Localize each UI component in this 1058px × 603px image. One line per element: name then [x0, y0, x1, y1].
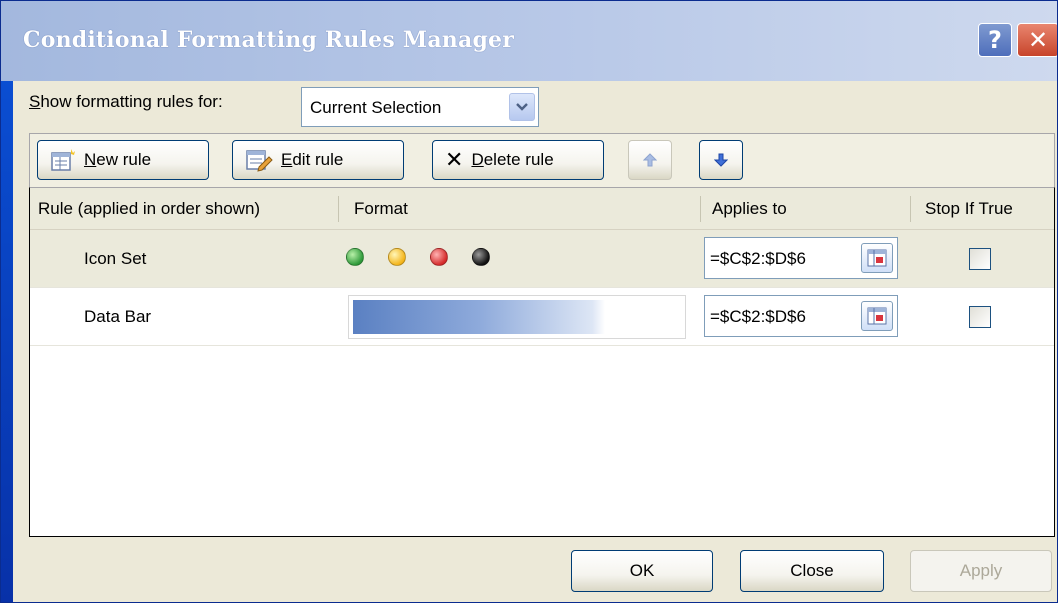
- black-circle-icon: [472, 248, 490, 266]
- green-circle-icon: [346, 248, 364, 266]
- column-separator[interactable]: [338, 196, 339, 222]
- new-rule-label: New rule: [84, 150, 151, 170]
- stop-if-true-checkbox[interactable]: [969, 248, 991, 270]
- delete-icon: ✕: [445, 147, 464, 172]
- show-rules-label-text: how formatting rules for:: [40, 92, 223, 111]
- rule-row[interactable]: Icon Set =$C$2:$D$6: [30, 230, 1054, 288]
- dropdown-arrow-button[interactable]: [509, 93, 535, 121]
- edit-rule-button[interactable]: Edit rule: [232, 140, 404, 180]
- column-header-format[interactable]: Format: [354, 199, 408, 219]
- column-header-applies-to[interactable]: Applies to: [712, 199, 787, 219]
- stop-if-true-checkbox[interactable]: [969, 306, 991, 328]
- close-icon: ✕: [1027, 26, 1049, 54]
- delete-rule-label: Delete rule: [471, 150, 553, 170]
- delete-rule-button[interactable]: ✕ Delete rule: [432, 140, 604, 180]
- new-rule-icon: [51, 149, 75, 171]
- column-header-stop-if-true[interactable]: Stop If True: [925, 199, 1013, 219]
- range-picker-button[interactable]: [861, 243, 893, 273]
- arrow-down-icon: [714, 153, 728, 167]
- edit-rule-icon: [246, 150, 273, 172]
- help-icon: ?: [988, 26, 1002, 54]
- close-button[interactable]: Close: [740, 550, 884, 592]
- rules-list-header: Rule (applied in order shown) Format App…: [30, 188, 1054, 230]
- apply-button[interactable]: Apply: [910, 550, 1052, 592]
- column-separator[interactable]: [910, 196, 911, 222]
- help-button[interactable]: ?: [978, 23, 1012, 57]
- applies-to-input[interactable]: =$C$2:$D$6: [704, 237, 898, 279]
- edit-rule-mnemonic: E: [281, 150, 293, 169]
- data-bar-preview: [348, 295, 686, 339]
- move-up-button[interactable]: [628, 140, 672, 180]
- arrow-up-icon: [643, 153, 657, 167]
- edit-rule-label: Edit rule: [281, 150, 343, 170]
- dialog-window: Conditional Formatting Rules Manager ? ✕…: [0, 0, 1058, 603]
- delete-rule-mnemonic: D: [471, 150, 484, 169]
- chevron-down-icon: [516, 103, 528, 111]
- applies-to-value: =$C$2:$D$6: [710, 249, 806, 268]
- edit-rule-label-text: dit rule: [292, 150, 344, 169]
- range-select-icon: [867, 307, 887, 325]
- delete-rule-label-text: elete rule: [483, 150, 554, 169]
- dialog-body: Show formatting rules for: Current Selec…: [13, 81, 1057, 602]
- show-rules-label: Show formatting rules for:: [29, 92, 223, 112]
- title-bar[interactable]: Conditional Formatting Rules Manager ? ✕: [1, 1, 1057, 81]
- rule-name: Icon Set: [84, 249, 147, 268]
- rules-toolbar: New rule Edit rule ✕ Delete rule: [29, 133, 1055, 187]
- title-close-button[interactable]: ✕: [1017, 23, 1057, 57]
- rule-name: Data Bar: [84, 307, 152, 326]
- red-circle-icon: [430, 248, 448, 266]
- new-rule-button[interactable]: New rule: [37, 140, 209, 180]
- icon-set-preview: [346, 248, 490, 266]
- ok-button[interactable]: OK: [571, 550, 713, 592]
- range-select-icon: [867, 249, 887, 267]
- column-separator[interactable]: [700, 196, 701, 222]
- new-rule-label-text: ew rule: [96, 150, 152, 169]
- rules-list[interactable]: Rule (applied in order shown) Format App…: [29, 187, 1055, 537]
- range-picker-button[interactable]: [861, 301, 893, 331]
- column-header-rule[interactable]: Rule (applied in order shown): [38, 199, 260, 219]
- new-rule-mnemonic: N: [84, 150, 97, 169]
- dialog-title: Conditional Formatting Rules Manager: [23, 27, 515, 53]
- show-rules-mnemonic: S: [29, 92, 41, 111]
- rule-row[interactable]: Data Bar =$C$2:$D$6: [30, 288, 1054, 346]
- show-rules-selected: Current Selection: [310, 98, 442, 117]
- data-bar-fill: [353, 300, 605, 334]
- move-down-button[interactable]: [699, 140, 743, 180]
- yellow-circle-icon: [388, 248, 406, 266]
- applies-to-input[interactable]: =$C$2:$D$6: [704, 295, 898, 337]
- applies-to-value: =$C$2:$D$6: [710, 307, 806, 326]
- show-rules-dropdown[interactable]: Current Selection: [301, 87, 539, 127]
